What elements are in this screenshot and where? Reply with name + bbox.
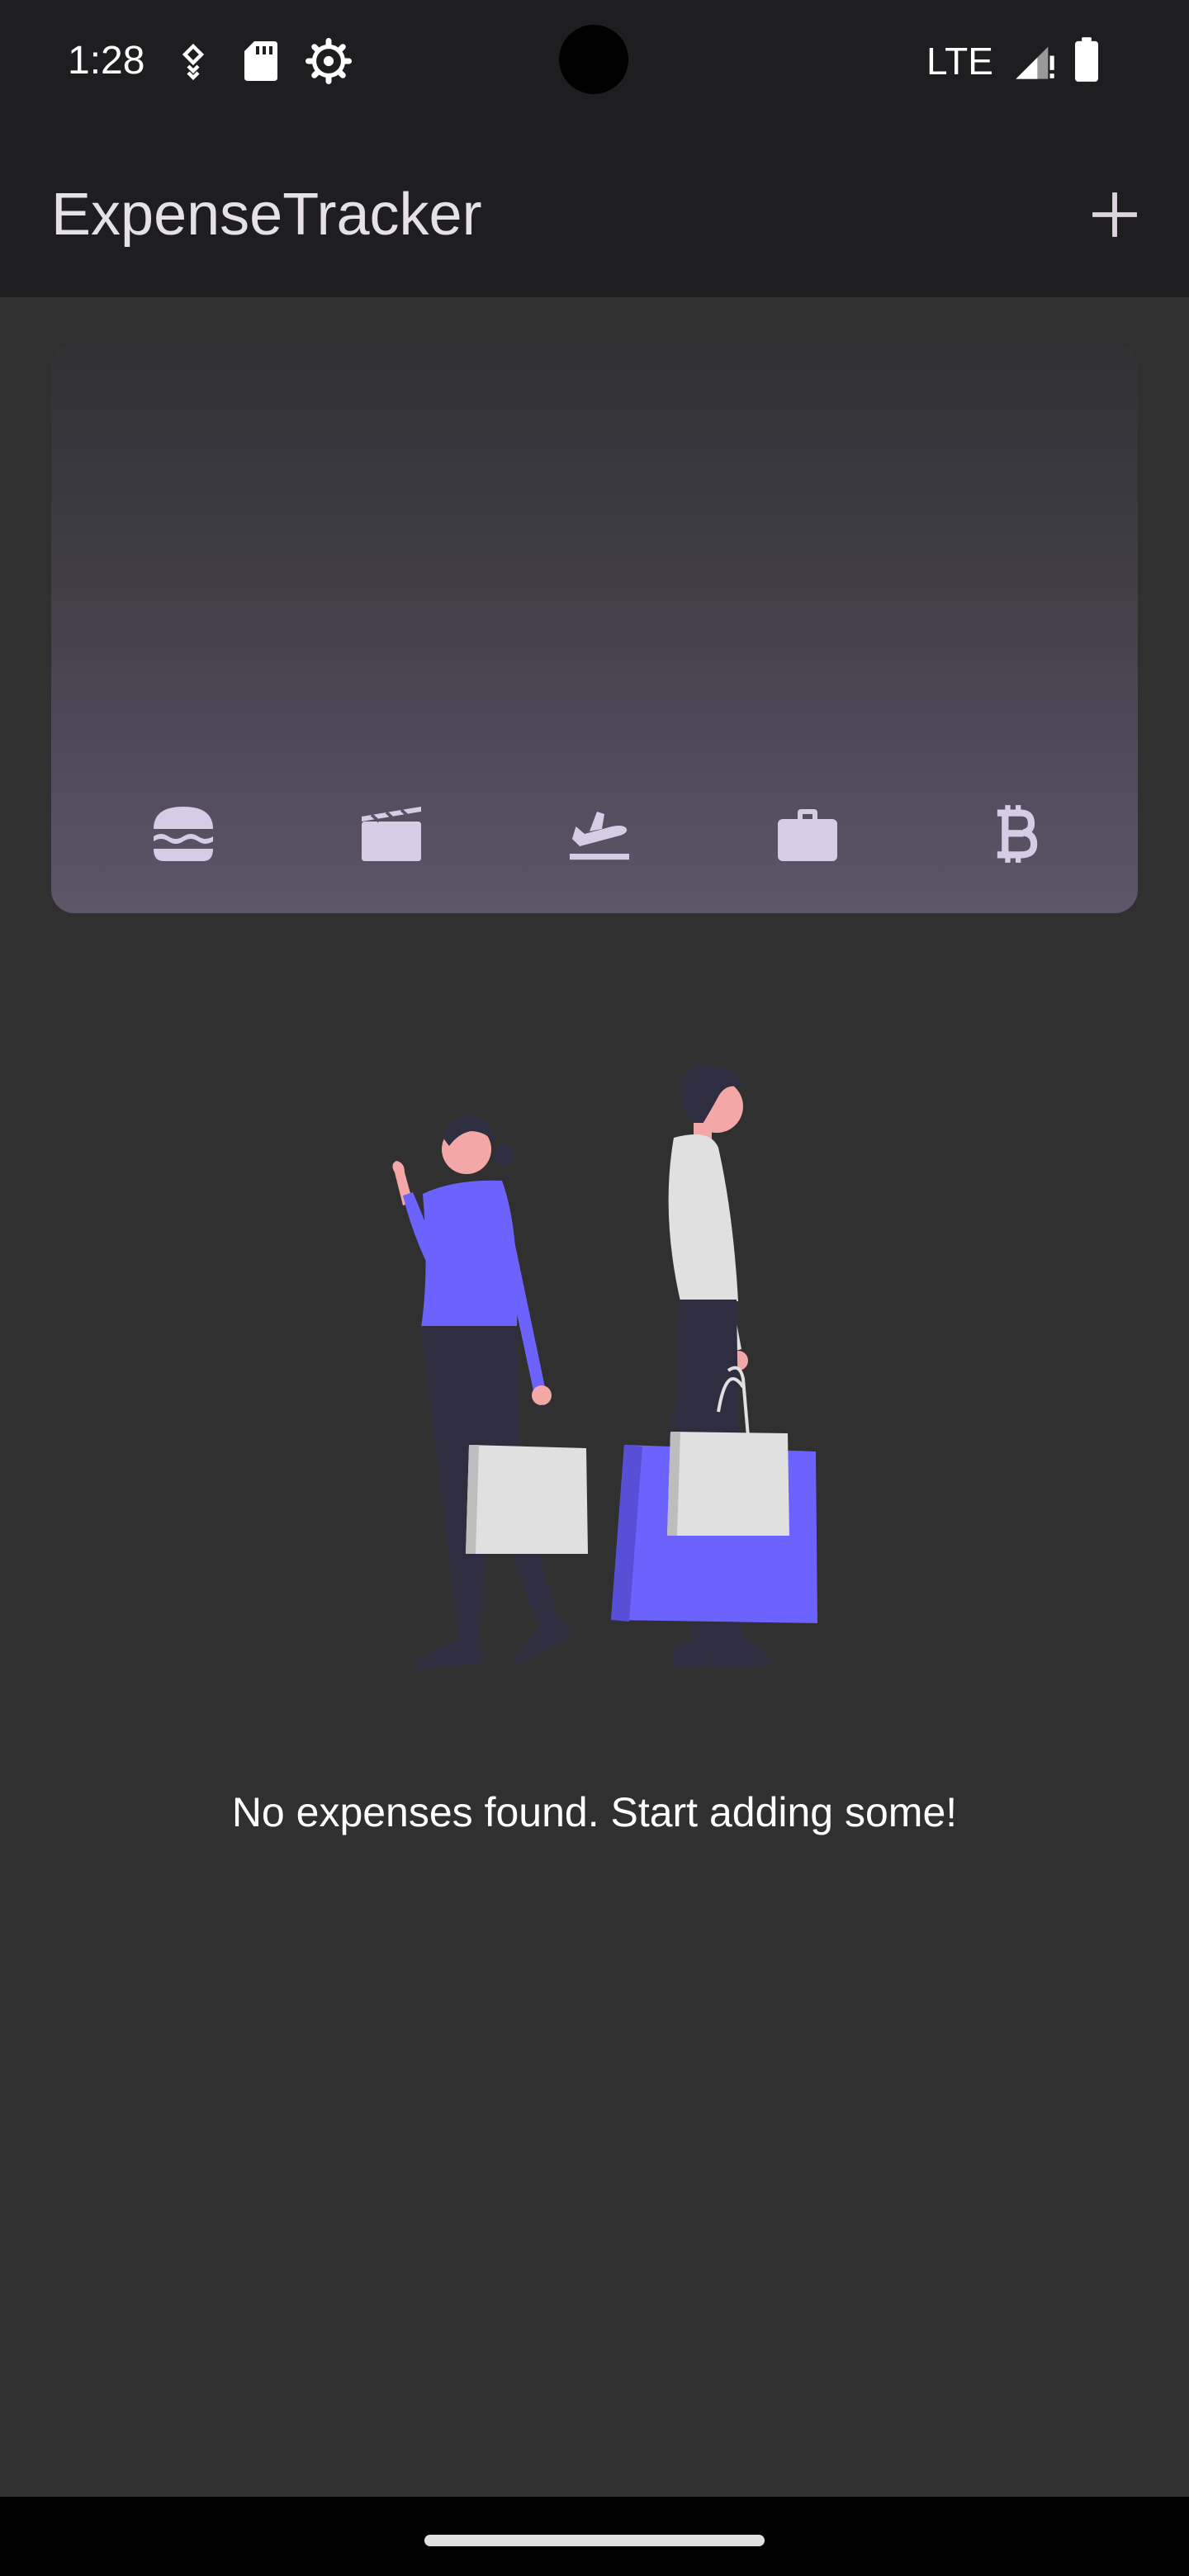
- sd-card-icon: [241, 40, 281, 87]
- man-figure: [611, 1064, 817, 1668]
- add-expense-button[interactable]: [1073, 173, 1156, 256]
- camera-cutout: [559, 25, 628, 94]
- status-bar: 1:28 LTE: [0, 0, 1189, 132]
- location-icon: [173, 41, 213, 85]
- movie-clapper-icon[interactable]: [352, 794, 431, 874]
- plus-icon: [1092, 192, 1137, 237]
- signal-icon: [1012, 40, 1055, 87]
- settings-gear-icon: [306, 38, 352, 88]
- app-bar: ExpenseTracker: [0, 132, 1189, 297]
- bitcoin-icon[interactable]: [976, 794, 1055, 874]
- empty-state-message: No expenses found. Start adding some!: [231, 1789, 958, 1835]
- woman-figure: [392, 1115, 588, 1669]
- home-indicator[interactable]: [424, 2535, 765, 2546]
- battery-icon: [1072, 36, 1101, 87]
- expense-chart-card: [51, 342, 1138, 913]
- briefcase-icon[interactable]: [768, 794, 847, 874]
- airplane-icon[interactable]: [560, 794, 639, 874]
- status-time: 1:28: [68, 39, 145, 83]
- burger-icon[interactable]: [144, 794, 223, 874]
- shopping-people-illustration: [392, 1064, 817, 1669]
- app-title: ExpenseTracker: [51, 182, 482, 248]
- network-type: LTE: [926, 40, 993, 83]
